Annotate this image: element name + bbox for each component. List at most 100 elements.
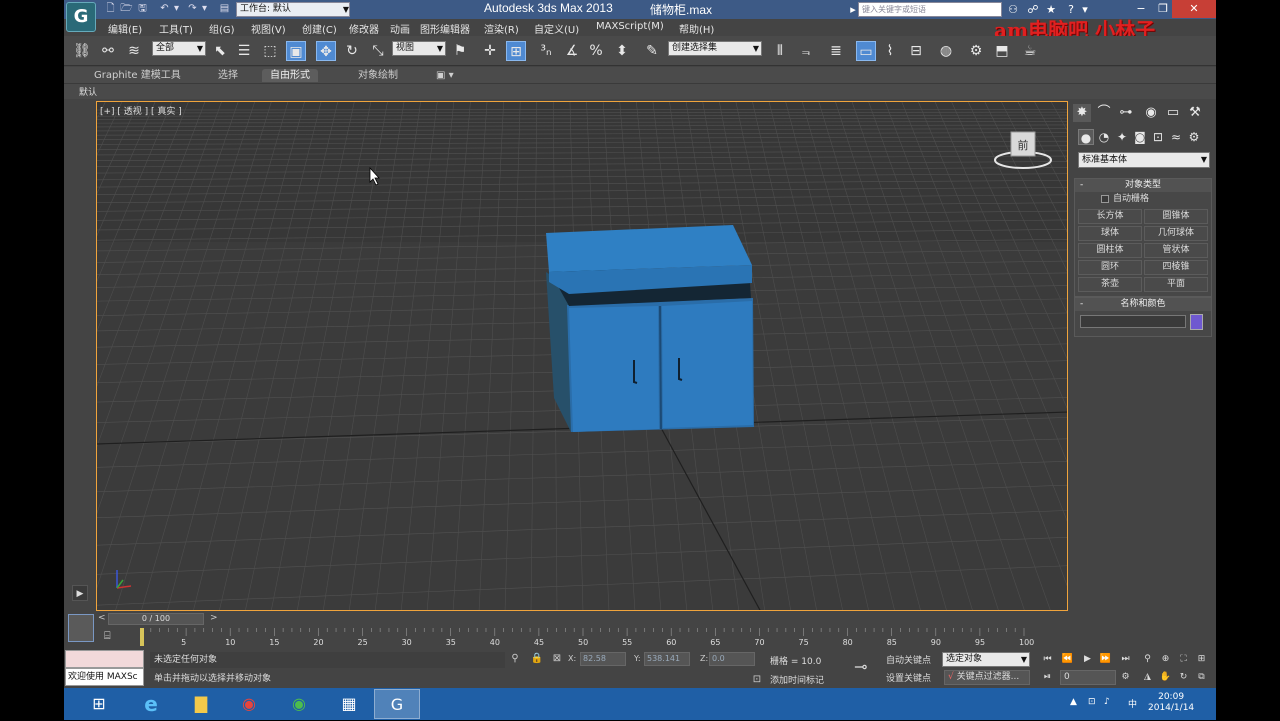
cone-button[interactable]: 圆锥体: [1144, 209, 1208, 224]
key-mode-toggle-icon[interactable]: ⏯: [1040, 670, 1055, 684]
time-slider[interactable]: 0 / 100: [108, 613, 204, 625]
curve-editor-icon[interactable]: ⌇: [880, 41, 900, 61]
shapes-icon[interactable]: ◔: [1096, 129, 1112, 145]
object-color-swatch[interactable]: [1190, 314, 1203, 330]
tray-expand-icon[interactable]: ▲: [1070, 697, 1077, 707]
new-file-icon[interactable]: 🗋: [104, 3, 117, 15]
utilities-tab-icon[interactable]: ⚒: [1186, 104, 1204, 122]
menu-rendering[interactable]: 渲染(R): [484, 21, 519, 36]
name-and-color-header[interactable]: -名称和颜色: [1075, 298, 1211, 311]
zoom-extents-icon[interactable]: ⛶: [1176, 652, 1191, 666]
next-frame-icon[interactable]: >: [210, 613, 218, 623]
current-frame-field[interactable]: 0: [1060, 670, 1116, 685]
network-icon[interactable]: ⊡: [1088, 697, 1096, 707]
box-button[interactable]: 长方体: [1078, 209, 1142, 224]
menu-create[interactable]: 创建(C): [302, 21, 337, 36]
select-and-rotate-icon[interactable]: ↻: [342, 41, 362, 61]
restore-button[interactable]: ❐: [1154, 0, 1172, 18]
bind-space-warp-icon[interactable]: ≋: [124, 41, 144, 61]
tab-freeform[interactable]: 自由形式: [262, 69, 318, 82]
cameras-icon[interactable]: ◙: [1132, 129, 1148, 145]
hold-icon[interactable]: ▤: [218, 3, 231, 15]
zoom-extents-all-icon[interactable]: ⊞: [1194, 652, 1209, 666]
auto-key-button[interactable]: 自动关键点: [886, 653, 931, 666]
mini-viewport-icon[interactable]: [68, 614, 94, 642]
key-filters-button[interactable]: √ 关键点过滤器...: [944, 670, 1030, 685]
graphite-ribbon-icon[interactable]: ▭: [856, 41, 876, 61]
autogrid-checkbox[interactable]: 自动栅格: [1075, 192, 1211, 206]
display-tab-icon[interactable]: ▭: [1164, 104, 1182, 122]
file-explorer-icon[interactable]: ▇: [178, 689, 224, 719]
snaps-toggle-icon[interactable]: ³ₙ: [536, 41, 556, 61]
menu-help[interactable]: 帮助(H): [679, 21, 714, 36]
previous-key-icon[interactable]: ⏪: [1060, 652, 1075, 666]
schematic-view-icon[interactable]: ⊟: [906, 41, 926, 61]
render-production-icon[interactable]: ☕: [1020, 41, 1040, 61]
material-editor-icon[interactable]: ◍: [936, 41, 956, 61]
menu-graph-editors[interactable]: 图形编辑器: [420, 21, 470, 36]
percent-snap-icon[interactable]: %: [586, 41, 606, 61]
select-by-name-icon[interactable]: ☰: [234, 41, 254, 61]
expand-track-bar-icon[interactable]: ▶: [72, 585, 88, 601]
orbit-icon[interactable]: ↻: [1176, 670, 1191, 684]
tab-graphite-modeling[interactable]: Graphite 建模工具: [86, 69, 189, 82]
tab-selection[interactable]: 选择: [210, 69, 246, 82]
object-name-field[interactable]: [1080, 315, 1186, 328]
helpers-icon[interactable]: ⊡: [1150, 129, 1166, 145]
3ds-max-logo-icon[interactable]: G: [66, 2, 96, 32]
link-icon[interactable]: ⛓: [72, 41, 92, 61]
lights-icon[interactable]: ✦: [1114, 129, 1130, 145]
field-of-view-icon[interactable]: ◮: [1140, 670, 1155, 684]
primitive-category-dropdown[interactable]: 标准基本体▼: [1078, 152, 1210, 168]
reference-coordinate-dropdown[interactable]: 视图▼: [392, 41, 446, 56]
set-key-icon[interactable]: ⊸: [854, 657, 867, 676]
clock[interactable]: 20:09 2014/1/14: [1148, 692, 1194, 714]
menu-modifiers[interactable]: 修改器: [349, 21, 379, 36]
maxscript-welcome[interactable]: 欢迎使用 MAXSc: [65, 668, 144, 686]
menu-views[interactable]: 视图(V): [251, 21, 286, 36]
viewcube-face-label[interactable]: 前: [1018, 138, 1029, 152]
motion-tab-icon[interactable]: ◉: [1142, 104, 1160, 122]
3ds-max-taskbar-icon[interactable]: G: [374, 689, 420, 719]
geometry-icon[interactable]: ●: [1078, 129, 1094, 145]
selection-lock-icon[interactable]: 🔒: [530, 652, 544, 666]
video-recorder-icon[interactable]: ▦: [326, 689, 372, 719]
spinner-snap-icon[interactable]: ⬍: [612, 41, 632, 61]
object-type-header[interactable]: -对象类型: [1075, 179, 1211, 192]
space-warps-icon[interactable]: ≈: [1168, 129, 1184, 145]
ribbon-options-icon[interactable]: ▣ ▾: [428, 69, 462, 82]
360-browser-icon[interactable]: ◉: [276, 689, 322, 719]
menu-edit[interactable]: 编辑(E): [108, 21, 142, 36]
menu-group[interactable]: 组(G): [209, 21, 235, 36]
perspective-viewport[interactable]: [+] [ 透视 ] [ 真实 ] 前: [96, 101, 1068, 611]
go-to-end-icon[interactable]: ⏭: [1118, 652, 1133, 666]
checkbox-icon[interactable]: [1101, 195, 1109, 203]
modify-tab-icon[interactable]: ⌒: [1095, 104, 1113, 122]
menu-animation[interactable]: 动画: [390, 21, 410, 36]
plane-button[interactable]: 平面: [1144, 277, 1208, 292]
layer-manager-icon[interactable]: ≣: [826, 41, 846, 61]
pan-view-icon[interactable]: ✋: [1158, 670, 1173, 684]
time-configuration-icon[interactable]: ⚙: [1118, 670, 1133, 684]
zoom-icon[interactable]: ⚲: [1140, 652, 1155, 666]
tab-object-paint[interactable]: 对象绘制: [350, 69, 406, 82]
menu-tools[interactable]: 工具(T): [159, 21, 193, 36]
hierarchy-tab-icon[interactable]: ⊶: [1117, 104, 1135, 122]
volume-icon[interactable]: ♪: [1104, 697, 1110, 707]
keyboard-shortcut-override-icon[interactable]: ⊞: [506, 41, 526, 61]
cabinet-top-surface[interactable]: [546, 225, 752, 272]
absolute-mode-icon[interactable]: ⊠: [550, 652, 564, 666]
selection-filter-dropdown[interactable]: 全部▼: [152, 41, 206, 56]
chrome-icon[interactable]: ◉: [226, 689, 272, 719]
edit-named-selection-icon[interactable]: ✎: [642, 41, 662, 61]
chevron-down-icon[interactable]: ▼: [340, 2, 352, 17]
select-manipulate-icon[interactable]: ✛: [480, 41, 500, 61]
cylinder-button[interactable]: 圆柱体: [1078, 243, 1142, 258]
open-file-icon[interactable]: 🗁: [120, 3, 133, 15]
systems-icon[interactable]: ⚙: [1186, 129, 1202, 145]
time-tag-icon[interactable]: ⊡: [750, 673, 764, 687]
cabinet-left-door[interactable]: [569, 306, 659, 432]
rectangular-selection-icon[interactable]: ⬚: [260, 41, 280, 61]
save-icon[interactable]: 🖫: [136, 3, 149, 15]
close-button[interactable]: ✕: [1172, 0, 1216, 18]
